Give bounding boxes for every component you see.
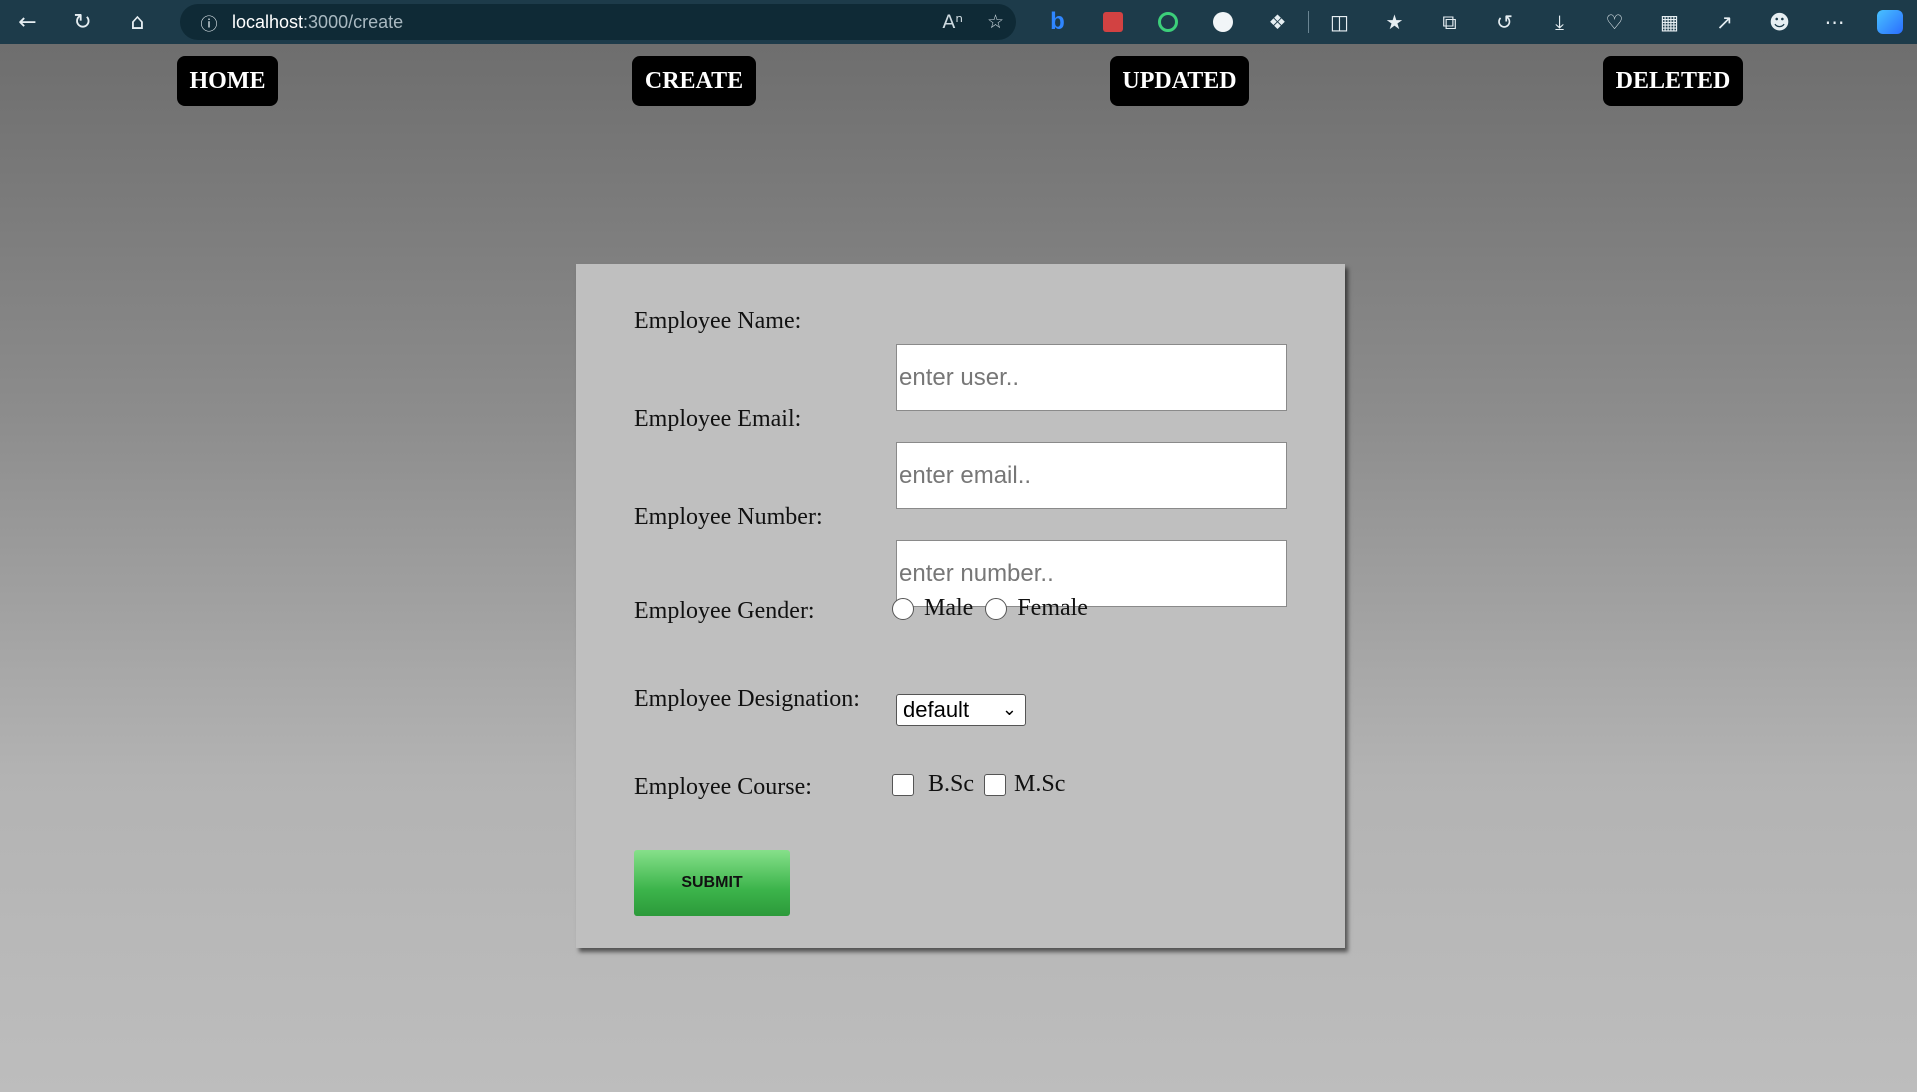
address-url: localhost:3000/create — [232, 12, 403, 33]
toolbar-divider — [1308, 11, 1309, 33]
course-msc-checkbox[interactable] — [984, 773, 1007, 796]
browser-chrome: ← ↻ ⌂ ⓘ localhost:3000/create Aⁿ ☆ b ❖ ◫… — [0, 0, 1917, 44]
home-icon[interactable]: ⌂ — [110, 0, 165, 44]
apps-icon[interactable]: ▦ — [1642, 0, 1697, 44]
course-msc-label: M.Sc — [1014, 771, 1066, 797]
gender-female-label: Female — [1017, 595, 1088, 621]
employee-email-input[interactable] — [896, 442, 1287, 509]
extension-gauge-icon[interactable] — [1195, 0, 1250, 44]
read-aloud-icon[interactable]: Aⁿ — [942, 11, 963, 33]
extension-green-icon[interactable] — [1140, 0, 1195, 44]
course-bsc-label: B.Sc — [928, 771, 975, 797]
course-options: B.Sc M.Sc — [892, 771, 1065, 798]
site-info-icon[interactable]: ⓘ — [186, 10, 232, 35]
url-host: localhost — [232, 11, 304, 32]
employee-designation-label: Employee Designation: — [634, 686, 860, 712]
browser-essentials-icon[interactable]: ♡ — [1587, 0, 1642, 44]
back-icon[interactable]: ← — [0, 0, 55, 44]
extensions-puzzle-icon[interactable]: ❖ — [1250, 0, 1305, 44]
downloads-icon[interactable]: ⤓ — [1532, 0, 1587, 44]
favorites-icon[interactable]: ★ — [1367, 0, 1422, 44]
nav-home-button[interactable]: HOME — [177, 56, 278, 106]
extension-red-icon[interactable] — [1085, 0, 1140, 44]
designation-select[interactable]: default ⌄ — [896, 694, 1026, 726]
gender-male-radio[interactable] — [892, 597, 914, 620]
employee-course-label: Employee Course: — [634, 774, 812, 800]
designation-selected-value: default — [903, 697, 970, 722]
employee-name-input[interactable] — [896, 344, 1287, 411]
more-menu-icon[interactable]: ⋯ — [1807, 0, 1862, 44]
employee-form: Employee Name: Employee Email: Employee … — [576, 264, 1345, 948]
history-icon[interactable]: ↺ — [1477, 0, 1532, 44]
collections-icon[interactable]: ⧉ — [1422, 0, 1477, 44]
copilot-icon[interactable] — [1862, 0, 1917, 44]
employee-name-label: Employee Name: — [634, 308, 802, 334]
employee-gender-label: Employee Gender: — [634, 598, 815, 624]
refresh-icon[interactable]: ↻ — [55, 0, 110, 44]
url-path: :3000/create — [303, 11, 404, 32]
nav-create-button[interactable]: CREATE — [632, 56, 756, 106]
submit-button[interactable]: SUBMIT — [634, 850, 790, 916]
address-bar[interactable]: ⓘ localhost:3000/create Aⁿ ☆ — [180, 4, 1016, 40]
favorite-star-icon[interactable]: ☆ — [987, 11, 1004, 33]
chevron-down-icon: ⌄ — [1001, 699, 1017, 720]
profile-icon[interactable]: ☻ — [1752, 0, 1807, 44]
bing-icon[interactable]: b — [1030, 0, 1085, 44]
nav-deleted-button[interactable]: DELETED — [1603, 56, 1743, 106]
nav-updated-button[interactable]: UPDATED — [1110, 56, 1249, 106]
share-icon[interactable]: ↗ — [1697, 0, 1752, 44]
split-screen-icon[interactable]: ◫ — [1312, 0, 1367, 44]
course-bsc-checkbox[interactable] — [892, 773, 914, 796]
employee-number-label: Employee Number: — [634, 504, 823, 530]
gender-female-radio[interactable] — [985, 597, 1008, 620]
employee-email-label: Employee Email: — [634, 406, 802, 432]
gender-male-label: Male — [924, 595, 974, 621]
page: HOME CREATE UPDATED DELETED Employee Nam… — [0, 44, 1917, 1092]
gender-options: Male Female — [892, 595, 1088, 622]
